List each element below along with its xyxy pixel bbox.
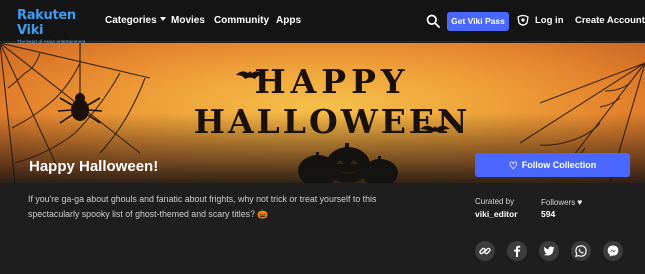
share-twitter-button[interactable] [539,241,559,261]
heart-icon: ♡ [508,161,518,172]
create-account-link[interactable]: Create Account [575,14,645,27]
facebook-icon [514,245,521,257]
share-messenger-button[interactable] [603,241,623,261]
rakuten-viki-logo[interactable]: Rakuten Viki The heart of Asian entertai… [17,8,89,44]
share-whatsapp-button[interactable] [571,241,591,261]
top-nav: Rakuten Viki The heart of Asian entertai… [0,0,645,44]
nav-movies[interactable]: Movies [171,14,205,27]
login-link[interactable]: Log in [535,14,564,27]
spider-icon [57,43,103,124]
messenger-icon [607,245,619,257]
search-icon[interactable] [426,14,440,28]
share-link-button[interactable] [475,241,495,261]
user-badge-icon[interactable] [516,14,530,28]
curated-by-label: Curated by [475,197,515,206]
chevron-down-icon [159,17,166,21]
collection-title: Happy Halloween! [29,158,159,175]
nav-community[interactable]: Community [214,14,269,27]
link-icon [479,247,491,255]
followers-label: Followers ♥ [541,197,583,207]
nav-categories[interactable]: Categories [105,14,166,27]
nav-apps[interactable]: Apps [276,14,301,27]
heart-icon: ♥ [577,197,583,207]
share-facebook-button[interactable] [507,241,527,261]
logo-wordmark: Rakuten Viki [17,8,76,38]
banner-text-happy: HAPPY [255,62,410,101]
twitter-icon [543,246,555,256]
followers-count: 594 [541,209,556,219]
follow-collection-button[interactable]: ♡ Follow Collection [475,153,630,177]
get-viki-pass-button[interactable]: Get Viki Pass [447,12,509,31]
collection-hero-banner: HAPPY HALLOWEEN Happy Halloween! ♡Follow… [0,43,645,183]
collection-description: If you're ga-ga about ghouls and fanatic… [28,194,377,219]
whatsapp-icon [575,245,587,258]
curator-link[interactable]: viki_editor [475,209,518,219]
